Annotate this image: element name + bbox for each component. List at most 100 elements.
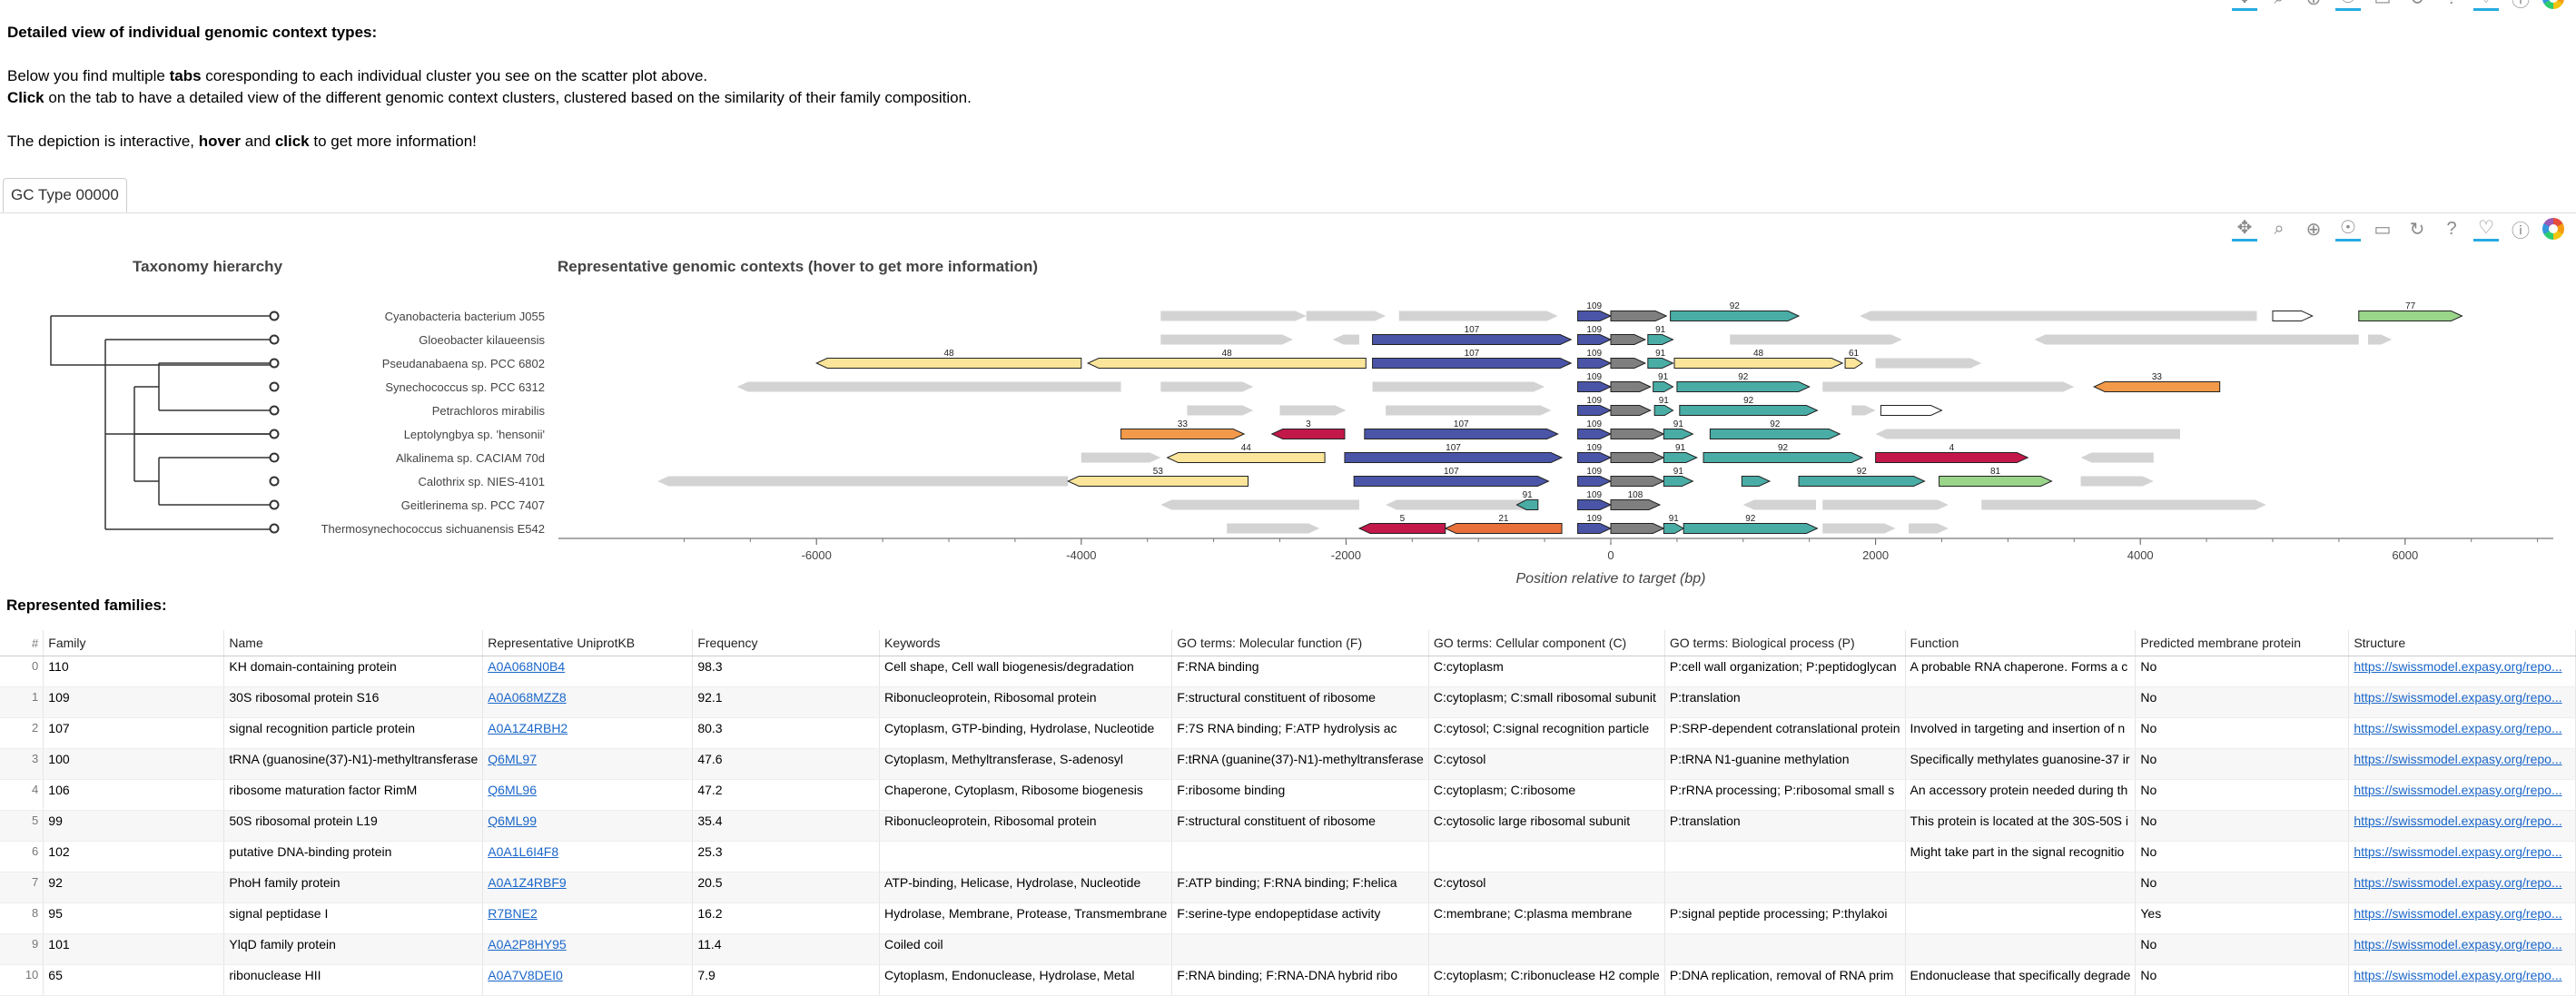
uniprot-link[interactable]: A0A1L6I4F8 [488, 844, 558, 859]
gene-arrow[interactable] [1875, 358, 1982, 369]
gene-arrow[interactable] [1577, 499, 1613, 510]
gene-arrow[interactable] [1663, 429, 1694, 439]
table-row[interactable]: 7 92 PhoH family protein A0A1Z4RBF9 20.5 ATP-… [0, 872, 2576, 903]
gene-arrow[interactable] [1577, 476, 1613, 487]
table-row[interactable]: 3 100 tRNA (guanosine(37)-N1)-methyltransf… [0, 748, 2576, 780]
tree-leaf-node[interactable] [269, 405, 280, 416]
uniprot-link[interactable]: A0A1Z4RBH2 [488, 721, 568, 735]
gene-arrow[interactable] [1875, 452, 2029, 463]
column-header[interactable]: Structure [2348, 630, 2576, 656]
gene-arrow[interactable] [1610, 429, 1665, 439]
gene-arrow[interactable] [1981, 499, 2266, 510]
column-header[interactable]: GO terms: Molecular function (F) [1171, 630, 1429, 656]
gene-arrow[interactable] [1610, 311, 1668, 321]
gene-arrow[interactable] [1086, 358, 1367, 369]
uniprot-link[interactable]: A0A068MZZ8 [488, 690, 566, 705]
tree-leaf-node[interactable] [269, 476, 280, 487]
gene-arrow[interactable] [1187, 405, 1254, 416]
table-row[interactable]: 4 106 ribosome maturation factor RimM Q6ML9… [0, 779, 2576, 811]
gene-arrow[interactable] [1610, 523, 1665, 534]
gene-arrow[interactable] [1709, 429, 1841, 439]
gene-arrow[interactable] [1653, 381, 1674, 392]
column-header[interactable]: Function [1905, 630, 2137, 656]
gene-arrow[interactable] [1610, 452, 1665, 463]
gene-arrow[interactable] [1703, 452, 1864, 463]
gene-arrow[interactable] [1844, 358, 1863, 369]
gene-arrow[interactable] [1683, 523, 1819, 534]
gene-arrow[interactable] [1663, 476, 1694, 487]
gene-arrow[interactable] [1081, 452, 1161, 463]
structure-link[interactable]: https://swissmodel.expasy.org/repo... [2354, 690, 2561, 705]
gene-arrow[interactable] [1851, 405, 1876, 416]
structure-link[interactable]: https://swissmodel.expasy.org/repo... [2354, 968, 2561, 982]
gene-arrow[interactable] [1577, 334, 1613, 345]
gene-arrow[interactable] [1332, 334, 1359, 345]
gene-arrow[interactable] [1860, 311, 2257, 321]
gene-arrow[interactable] [1577, 452, 1613, 463]
uniprot-link[interactable]: R7BNE2 [488, 906, 537, 921]
help2-icon[interactable]: ⓘ [2508, 0, 2533, 11]
table-row[interactable]: 6 102 putative DNA-binding protein A0A1L6I4… [0, 841, 2576, 873]
help2-icon[interactable]: ⓘ [2508, 216, 2533, 242]
gene-arrow[interactable] [1741, 476, 1772, 487]
column-header[interactable]: Keywords [879, 630, 1173, 656]
table-row[interactable]: 2 107 signal recognition particle protein A… [0, 717, 2576, 749]
help-icon[interactable]: ? [2439, 0, 2464, 11]
gene-arrow[interactable] [1939, 476, 2053, 487]
structure-link[interactable]: https://swissmodel.expasy.org/repo... [2354, 752, 2561, 766]
gene-arrow[interactable] [1067, 476, 1249, 487]
tree-leaf-node[interactable] [269, 429, 280, 439]
column-header[interactable]: GO terms: Cellular component (C) [1428, 630, 1665, 656]
tree-leaf-node[interactable] [269, 523, 280, 534]
gene-arrow[interactable] [1160, 334, 1294, 345]
structure-link[interactable]: https://swissmodel.expasy.org/repo... [2354, 844, 2561, 859]
gene-arrow[interactable] [814, 358, 1082, 369]
table-row[interactable]: 1 109 30S ribosomal protein S16 A0A068MZZ8 9… [0, 686, 2576, 718]
gene-arrow[interactable] [2080, 452, 2154, 463]
uniprot-link[interactable]: A0A068N0B4 [488, 659, 565, 674]
bokeh-logo[interactable] [2542, 218, 2564, 240]
gene-arrow[interactable] [2034, 334, 2359, 345]
reset-icon[interactable]: ↻ [2404, 216, 2430, 242]
save-icon[interactable]: ▭ [2370, 0, 2395, 11]
tree-leaf-node[interactable] [269, 499, 280, 510]
gene-arrow[interactable] [1875, 429, 2180, 439]
box-zoom-icon[interactable]: ⌕ [2266, 216, 2292, 242]
gene-arrow[interactable] [736, 381, 1121, 392]
gene-arrow[interactable] [1653, 405, 1674, 416]
gene-arrow[interactable] [1577, 429, 1613, 439]
structure-link[interactable]: https://swissmodel.expasy.org/repo... [2354, 783, 2561, 797]
gene-arrow[interactable] [1398, 311, 1558, 321]
bokeh-logo[interactable] [2542, 0, 2564, 9]
gene-arrow[interactable] [1663, 523, 1685, 534]
uniprot-link[interactable]: A0A1Z4RBF9 [488, 875, 566, 890]
uniprot-link[interactable]: Q6ML97 [488, 752, 537, 766]
uniprot-link[interactable]: Q6ML99 [488, 814, 537, 828]
reset-icon[interactable]: ↻ [2404, 0, 2430, 11]
gene-arrow[interactable] [1279, 405, 1347, 416]
gene-arrow[interactable] [657, 476, 1069, 487]
structure-link[interactable]: https://swissmodel.expasy.org/repo... [2354, 721, 2561, 735]
gene-arrow[interactable] [2092, 381, 2221, 392]
uniprot-link[interactable]: A0A7V8DEI0 [488, 968, 563, 982]
gene-arrow[interactable] [1227, 523, 1320, 534]
gene-arrow[interactable] [1160, 381, 1254, 392]
gene-arrow[interactable] [1673, 358, 1844, 369]
uniprot-link[interactable]: A0A2P8HY95 [488, 937, 566, 952]
gene-arrow[interactable] [2272, 311, 2314, 321]
wheel-zoom-icon[interactable]: ⊕ [2301, 216, 2326, 242]
tap-icon[interactable]: ☉ [2335, 216, 2361, 242]
gene-arrow[interactable] [1160, 311, 1307, 321]
gene-arrow[interactable] [1610, 476, 1665, 487]
tree-leaf-node[interactable] [269, 334, 280, 345]
tap-icon[interactable]: ☉ [2335, 0, 2361, 11]
gene-arrow[interactable] [1357, 523, 1446, 534]
gene-arrow[interactable] [1798, 476, 1926, 487]
column-header[interactable]: Predicted membrane protein [2135, 630, 2350, 656]
gene-arrow[interactable] [1386, 499, 1535, 510]
hover-icon[interactable]: ♡ [2473, 0, 2499, 11]
gene-arrow[interactable] [1822, 381, 2075, 392]
help-icon[interactable]: ? [2439, 216, 2464, 242]
uniprot-link[interactable]: Q6ML96 [488, 783, 537, 797]
table-row[interactable]: 10 65 ribonuclease HII A0A7V8DEI0 7.9 Cytopla… [0, 964, 2576, 996]
